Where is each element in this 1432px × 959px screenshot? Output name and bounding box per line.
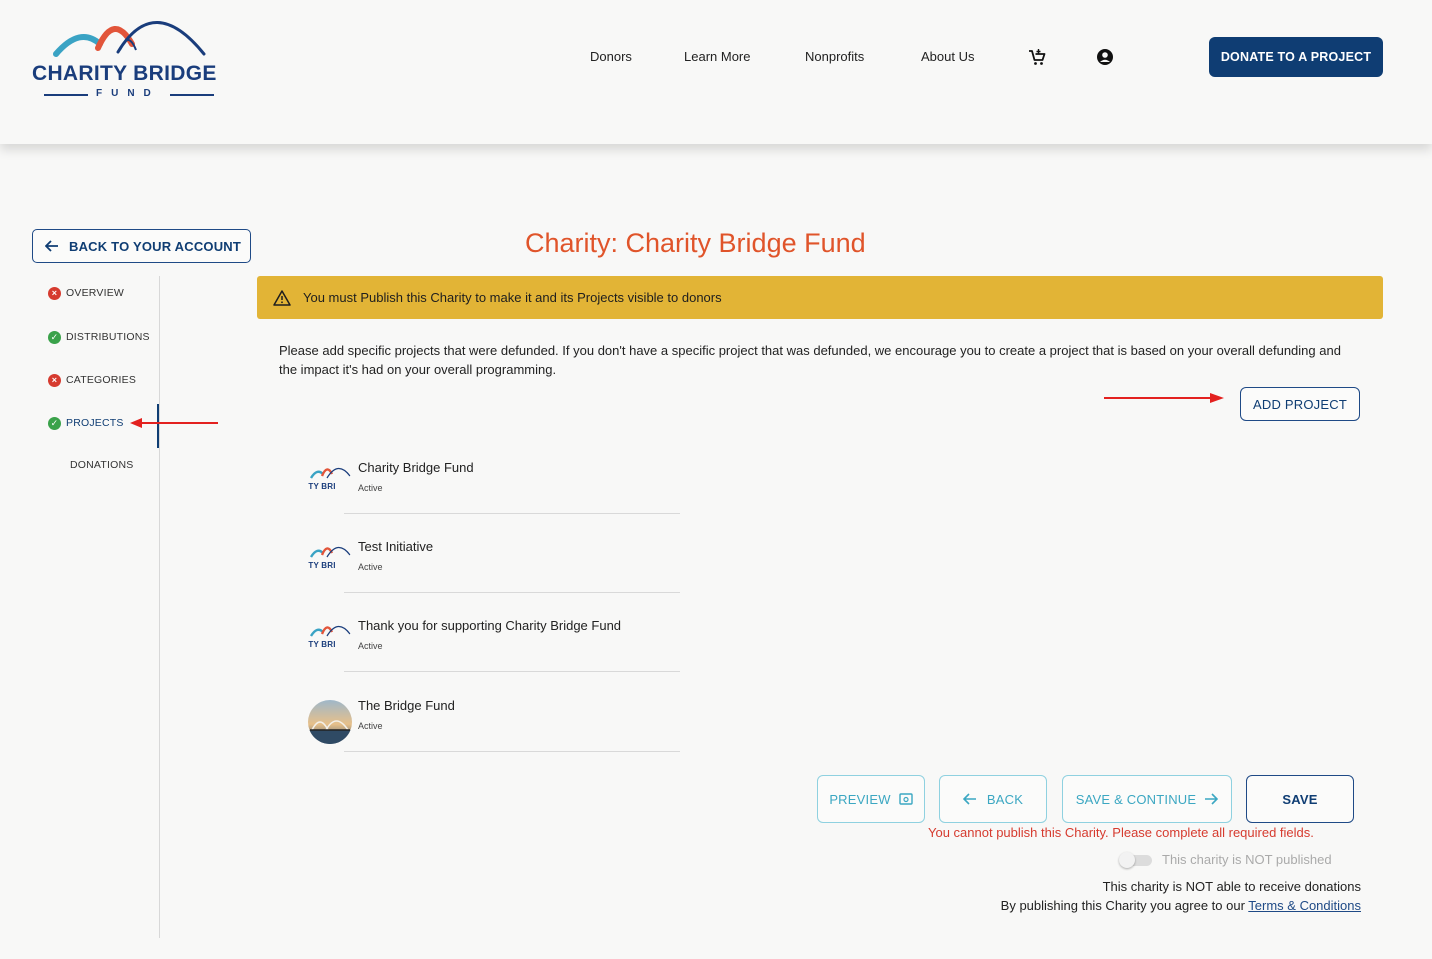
save-continue-label: SAVE & CONTINUE — [1075, 791, 1197, 807]
donation-status-note: This charity is NOT able to receive dona… — [1102, 879, 1361, 894]
project-list-item[interactable]: RITY BRI Charity Bridge Fund Active — [308, 458, 680, 528]
back-label: BACK — [986, 791, 1024, 807]
intro-text: Please add specific projects that were d… — [279, 343, 1341, 377]
divider — [344, 671, 680, 672]
project-thumbnail — [308, 700, 352, 744]
project-thumbnail: RITY BRI — [308, 462, 352, 506]
project-name[interactable]: Charity Bridge Fund — [358, 460, 474, 475]
save-continue-button[interactable]: SAVE & CONTINUE — [1062, 775, 1232, 823]
sidebar-item-distributions[interactable]: ✓ DISTRIBUTIONS — [48, 330, 150, 344]
terms-note: By publishing this Charity you agree to … — [1001, 898, 1361, 913]
sidebar-item-donations[interactable]: DONATIONS — [70, 458, 133, 472]
terms-conditions-link[interactable]: Terms & Conditions — [1248, 898, 1361, 913]
publish-toggle[interactable] — [1119, 852, 1152, 868]
account-icon[interactable] — [1095, 47, 1115, 67]
add-project-button[interactable]: ADD PROJECT — [1240, 387, 1360, 421]
project-name[interactable]: The Bridge Fund — [358, 698, 455, 713]
divider — [344, 592, 680, 593]
sidebar-item-overview[interactable]: × OVERVIEW — [48, 286, 124, 300]
back-to-account-label: BACK TO YOUR ACCOUNT — [69, 238, 242, 254]
sidebar-item-categories[interactable]: × CATEGORIES — [48, 373, 136, 387]
arrow-left-icon — [962, 793, 977, 805]
nav-learn-more[interactable]: Learn More — [684, 49, 750, 64]
save-label: SAVE — [1282, 791, 1318, 807]
project-list-item[interactable]: RITY BRI Test Initiative Active — [308, 537, 680, 607]
error-icon: × — [48, 373, 61, 387]
arrow-left-icon — [45, 240, 59, 252]
bridge-arches-icon — [53, 21, 206, 57]
check-icon: ✓ — [48, 416, 61, 430]
check-icon: ✓ — [48, 330, 61, 344]
sidebar-item-label: CATEGORIES — [66, 374, 137, 386]
project-thumbnail: RITY BRI — [308, 620, 352, 664]
back-button[interactable]: BACK — [939, 775, 1047, 823]
terms-prefix: By publishing this Charity you agree to … — [1000, 898, 1249, 913]
save-button[interactable]: SAVE — [1246, 775, 1354, 823]
project-name[interactable]: Thank you for supporting Charity Bridge … — [358, 618, 621, 633]
project-status: Active — [358, 641, 383, 651]
sidebar-item-label: OVERVIEW — [66, 287, 125, 299]
sidebar-item-label: DONATIONS — [70, 459, 134, 471]
project-status: Active — [358, 483, 383, 493]
sidebar-item-projects[interactable]: ✓ PROJECTS — [48, 416, 124, 430]
sidebar-divider — [159, 276, 160, 938]
nav-donors[interactable]: Donors — [590, 49, 632, 64]
bridge-photo-icon — [308, 700, 352, 744]
project-status: Active — [358, 562, 383, 572]
divider — [344, 751, 680, 752]
publish-error-message: You cannot publish this Charity. Please … — [928, 825, 1314, 840]
preview-icon — [898, 793, 913, 805]
annotation-arrow-right-icon — [1104, 393, 1224, 403]
page-title: Charity: Charity Bridge Fund — [525, 228, 866, 258]
preview-button[interactable]: PREVIEW — [817, 775, 925, 823]
preview-label: PREVIEW — [829, 791, 891, 807]
arrow-right-icon — [1204, 793, 1219, 805]
charity-bridge-logo[interactable]: CHARITY BRIDGE FUND — [30, 14, 230, 104]
site-header: CHARITY BRIDGE FUND Donors Learn More No… — [0, 0, 1432, 144]
back-to-account-button[interactable]: BACK TO YOUR ACCOUNT — [32, 229, 251, 263]
nav-about-us[interactable]: About Us — [921, 49, 974, 64]
project-status: Active — [358, 721, 383, 731]
publish-toggle-label: This charity is NOT published — [1162, 852, 1332, 867]
divider — [344, 513, 680, 514]
project-thumbnail: RITY BRI — [308, 541, 352, 585]
nav-nonprofits[interactable]: Nonprofits — [805, 49, 864, 64]
project-name[interactable]: Test Initiative — [358, 539, 433, 554]
error-icon: × — [48, 286, 61, 300]
publish-warning-alert: You must Publish this Charity to make it… — [257, 276, 1383, 319]
logo-title: CHARITY BRIDGE — [32, 62, 217, 85]
annotation-arrow-left-icon — [130, 418, 218, 428]
cart-icon[interactable] — [1027, 47, 1047, 67]
donate-to-project-button[interactable]: DONATE TO A PROJECT — [1209, 37, 1383, 77]
alert-text: You must Publish this Charity to make it… — [303, 290, 722, 305]
sidebar-item-label: DISTRIBUTIONS — [66, 331, 150, 343]
logo-subtitle: FUND — [30, 88, 230, 100]
project-list-item[interactable]: RITY BRI Thank you for supporting Charit… — [308, 616, 680, 686]
project-list-item[interactable]: The Bridge Fund Active — [308, 696, 680, 766]
warning-icon — [273, 289, 291, 306]
sidebar-item-label: PROJECTS — [66, 417, 124, 429]
